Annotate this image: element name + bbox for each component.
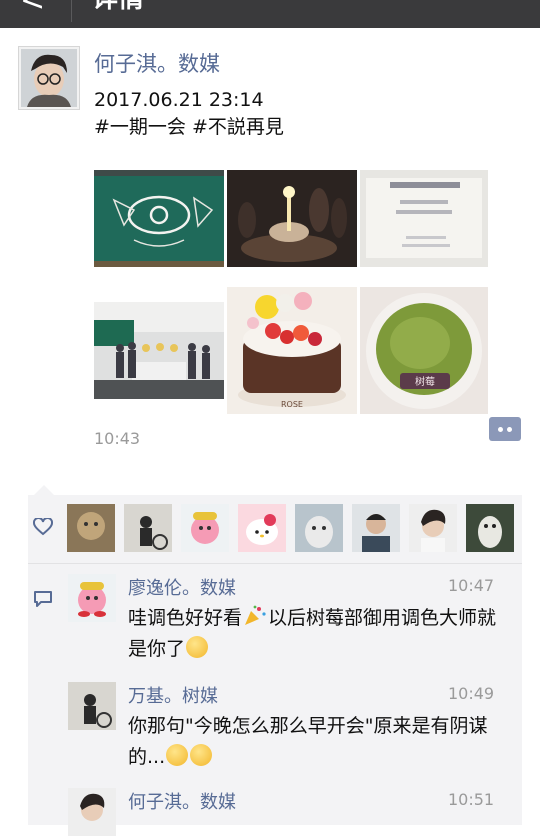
heart-outline-icon — [33, 516, 53, 540]
panel-pointer — [34, 485, 54, 495]
like-avatar[interactable] — [352, 504, 400, 552]
comment-time: 10:47 — [448, 576, 495, 595]
photo-group-stage[interactable] — [94, 302, 224, 399]
nav-divider — [71, 0, 72, 22]
back-arrow-icon[interactable]: < — [20, 0, 45, 16]
comment-text: 哇调色好好看 以后树莓部御用调色大师就是你了 — [128, 605, 497, 660]
comment-author[interactable]: 廖逸伦。数媒 — [128, 574, 236, 600]
photo-candle-cake-night[interactable] — [227, 170, 357, 267]
photo-fruit-cake[interactable]: ROSE — [227, 287, 357, 414]
comment-avatar[interactable] — [68, 682, 116, 730]
more-actions-icon[interactable] — [489, 417, 521, 441]
like-avatar[interactable] — [466, 504, 514, 552]
likes-divider — [28, 563, 522, 564]
party-popper-icon — [243, 605, 267, 627]
comment-author[interactable]: 万基。树媒 — [128, 682, 218, 708]
like-avatar[interactable] — [181, 504, 229, 552]
squinting-face-icon — [186, 636, 209, 658]
photo-chalkboard-drawing[interactable] — [94, 170, 224, 267]
post-hashtags: #一期一会 #不説再見 — [94, 116, 284, 138]
comment-time: 10:49 — [448, 684, 495, 703]
comment-author[interactable]: 何子淇。数媒 — [128, 788, 236, 814]
author-avatar[interactable] — [18, 46, 80, 110]
post-time: 10:43 — [94, 429, 141, 448]
comment-time: 10:51 — [448, 790, 495, 809]
teary-face-icon — [166, 744, 189, 766]
nav-title: 详情 — [92, 0, 144, 14]
like-avatar[interactable] — [124, 504, 172, 552]
smirk-face-icon — [190, 744, 213, 766]
photo-matcha-cake[interactable]: 树莓 — [360, 287, 488, 414]
like-avatar[interactable] — [238, 504, 286, 552]
comment-bubble-icon — [33, 590, 53, 612]
comment-text: 你那句"今晚怎么那么早开会"原来是有阴谋的... — [128, 715, 488, 768]
post-author-name[interactable]: 何子淇。数媒 — [94, 48, 220, 78]
photo-projection-slide[interactable] — [360, 170, 488, 267]
like-avatar[interactable] — [295, 504, 343, 552]
like-avatar[interactable] — [409, 504, 457, 552]
svg-text:ROSE: ROSE — [281, 400, 303, 409]
top-nav-bar: < 详情 — [0, 0, 540, 28]
comment-avatar[interactable] — [68, 788, 116, 836]
comment-avatar[interactable] — [68, 574, 116, 622]
like-avatar[interactable] — [67, 504, 115, 552]
svg-text:树莓: 树莓 — [415, 375, 435, 388]
post-body: 2017.06.21 23:14 #一期一会 #不説再見 — [94, 87, 284, 141]
post-datetime: 2017.06.21 23:14 — [94, 89, 264, 111]
